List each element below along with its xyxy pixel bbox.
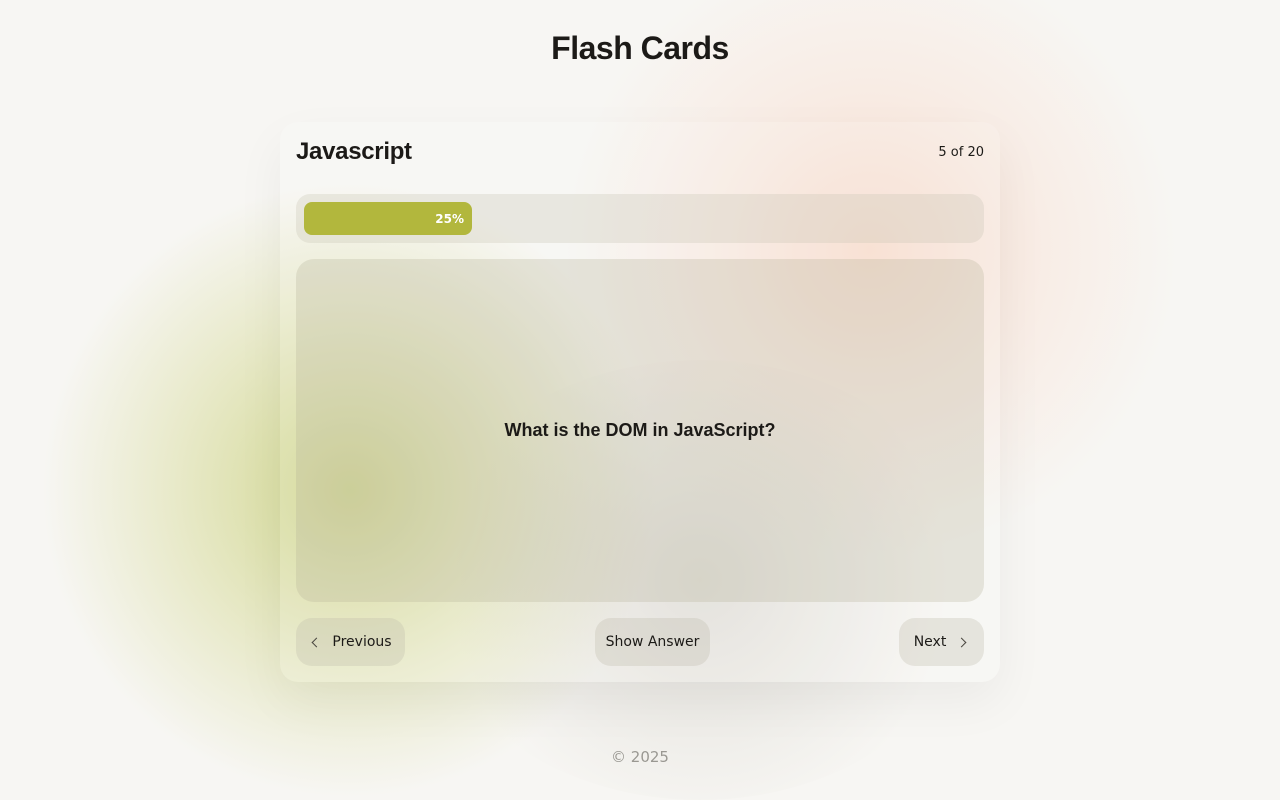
- previous-button[interactable]: Previous: [296, 618, 405, 666]
- card-question: What is the DOM in JavaScript?: [504, 420, 776, 440]
- show-answer-button[interactable]: Show Answer: [595, 618, 710, 666]
- progress-fill: 25%: [304, 202, 472, 235]
- progress-label: 25%: [435, 211, 464, 226]
- footer-copyright: © 2025: [611, 748, 669, 766]
- previous-button-label: Previous: [332, 634, 392, 650]
- chevron-right-icon: [956, 637, 967, 647]
- show-answer-button-label: Show Answer: [605, 634, 700, 650]
- chevron-left-icon: [311, 637, 322, 647]
- flashcard[interactable]: What is the DOM in JavaScript?: [296, 259, 984, 602]
- card-counter: 5 of 20: [938, 145, 984, 160]
- next-button-label: Next: [913, 634, 947, 650]
- deck-title: Javascript: [296, 138, 412, 165]
- progress-bar: 25%: [296, 194, 984, 243]
- next-button[interactable]: Next: [899, 618, 984, 666]
- app-title: Flash Cards: [551, 30, 729, 66]
